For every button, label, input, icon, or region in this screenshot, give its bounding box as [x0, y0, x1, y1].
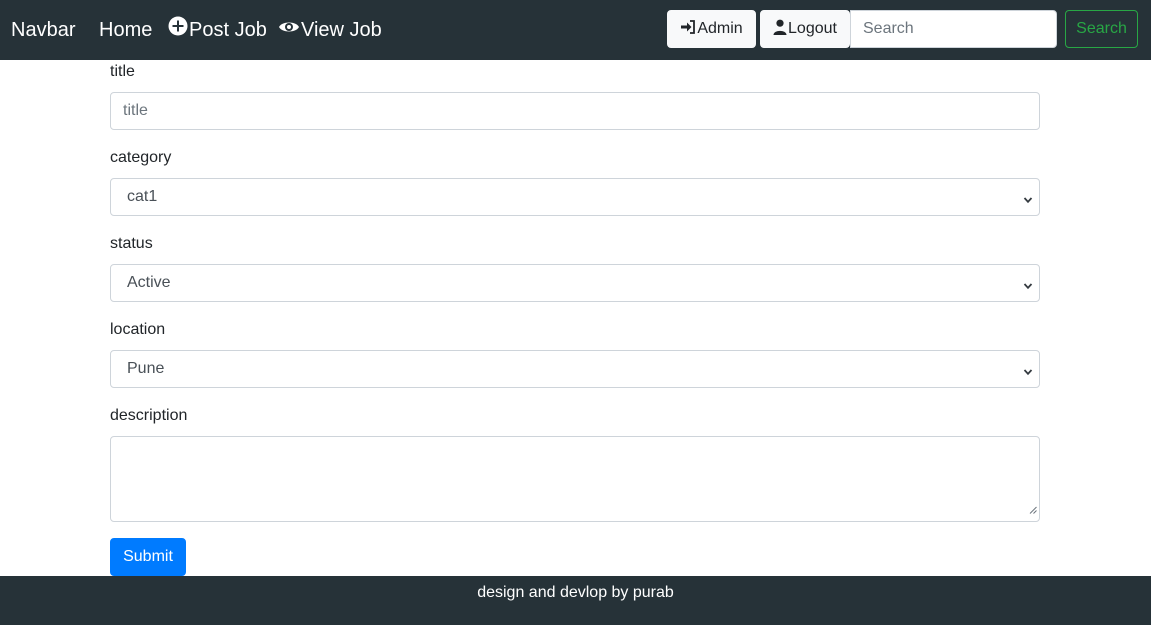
nav-link-post-job-label: Post Job [189, 19, 267, 41]
logout-button-label: Logout [788, 20, 837, 37]
location-select-value: Pune [127, 360, 165, 377]
description-textarea[interactable] [110, 436, 1040, 522]
status-select[interactable]: Active [110, 264, 1040, 302]
submit-button-label: Submit [123, 548, 173, 565]
nav-link-view-job[interactable]: View Job [278, 0, 382, 60]
footer: design and devlop by purab [0, 576, 1151, 625]
category-select[interactable]: cat1 [110, 178, 1040, 216]
status-label: status [110, 235, 153, 252]
chevron-down-icon [1023, 364, 1033, 382]
location-select[interactable]: Pune [110, 350, 1040, 388]
logout-button[interactable]: Logout [760, 10, 850, 48]
footer-text: design and devlop by purab [477, 584, 674, 601]
eye-icon [278, 0, 301, 60]
admin-button[interactable]: Admin [667, 10, 756, 48]
nav-link-view-job-label: View Job [301, 19, 382, 41]
nav-link-home-label: Home [99, 19, 153, 41]
submit-button[interactable]: Submit [110, 538, 186, 576]
description-label: description [110, 407, 188, 424]
admin-button-label: Admin [697, 20, 743, 37]
search-input[interactable] [850, 10, 1057, 48]
nav-link-post-job[interactable]: Post Job [168, 0, 267, 60]
sign-in-icon [680, 19, 697, 40]
search-button[interactable]: Search [1065, 10, 1138, 48]
location-label: location [110, 321, 166, 338]
category-label: category [110, 149, 172, 166]
search-button-label: Search [1076, 20, 1127, 37]
plus-circle-icon [168, 0, 189, 60]
category-select-value: cat1 [127, 188, 158, 205]
navbar-brand[interactable]: Navbar [11, 0, 75, 60]
title-input[interactable] [110, 92, 1040, 130]
chevron-down-icon [1023, 192, 1033, 210]
status-select-value: Active [127, 274, 171, 291]
title-label: title [110, 63, 135, 80]
user-icon [773, 19, 788, 40]
chevron-down-icon [1023, 278, 1033, 296]
navbar: Navbar Home Post Job View Job Admin Logo… [0, 0, 1151, 60]
nav-link-home[interactable]: Home [99, 0, 152, 60]
resize-grip-icon[interactable] [1029, 501, 1037, 519]
